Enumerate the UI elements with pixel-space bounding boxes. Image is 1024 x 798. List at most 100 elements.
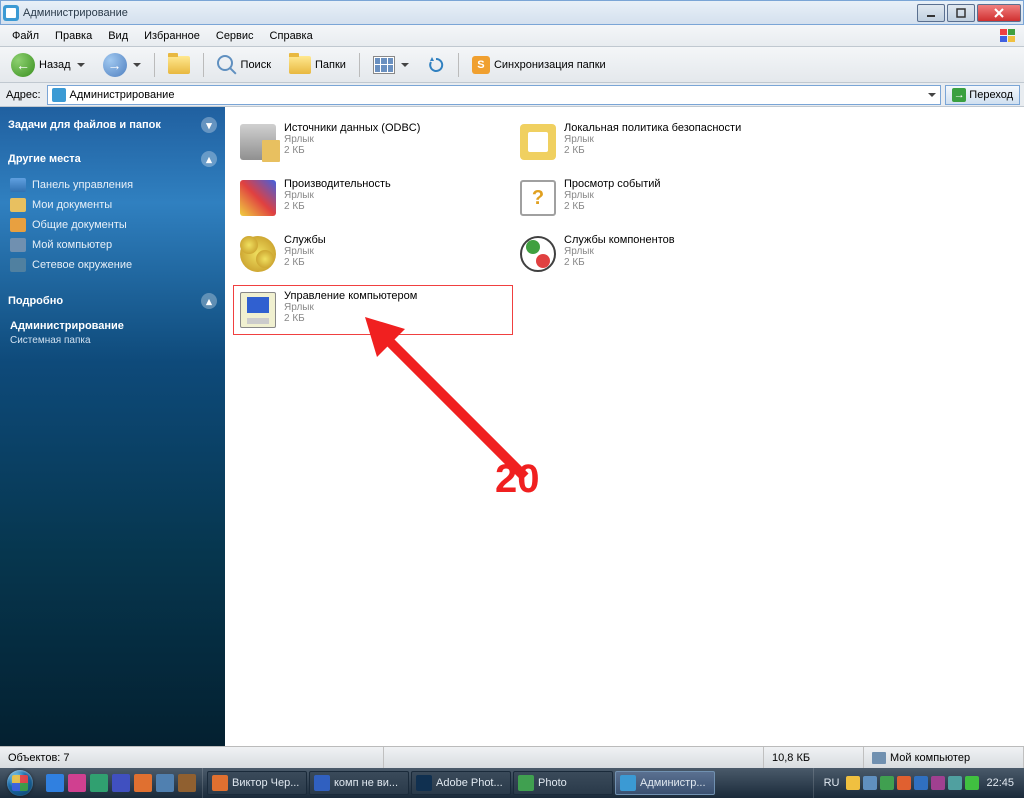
system-tray: RU 22:45 xyxy=(813,768,1024,798)
item-type: Ярлык xyxy=(564,190,661,201)
item-type: Ярлык xyxy=(284,302,417,313)
quick-launch xyxy=(40,768,203,798)
taskbar-task[interactable]: Виктор Чер... xyxy=(207,771,307,795)
minimize-button[interactable] xyxy=(917,4,945,22)
taskbar-tasks: Виктор Чер...комп не ви... Adobe Phot... P… xyxy=(203,768,813,798)
view-icon xyxy=(373,56,395,74)
go-label: Переход xyxy=(969,89,1013,101)
menu-tools[interactable]: Сервис xyxy=(208,28,262,44)
item-size: 2 КБ xyxy=(284,257,326,268)
sync-label: Синхронизация папки xyxy=(494,59,606,71)
tray-icon[interactable] xyxy=(846,776,860,790)
menu-favorites[interactable]: Избранное xyxy=(136,28,208,44)
tray-icon[interactable] xyxy=(948,776,962,790)
maximize-button[interactable] xyxy=(947,4,975,22)
task-label: Adobe Phot... xyxy=(436,777,503,789)
sidebar-link-control-panel[interactable]: Панель управления xyxy=(8,175,217,195)
refresh-icon xyxy=(427,56,445,74)
sync-button[interactable]: S Синхронизация папки xyxy=(465,51,613,79)
tray-icon[interactable] xyxy=(880,776,894,790)
separator xyxy=(154,53,155,77)
status-size: 10,8 КБ xyxy=(764,747,864,768)
details-title: Администрирование xyxy=(8,317,217,335)
control-panel-icon xyxy=(10,178,26,192)
sidebar-places-header[interactable]: Другие места ▴ xyxy=(6,147,219,171)
ql-app4-icon[interactable] xyxy=(134,774,152,792)
search-button[interactable]: Поиск xyxy=(210,51,278,79)
ql-app2-icon[interactable] xyxy=(90,774,108,792)
mgmt-icon xyxy=(238,290,278,330)
item-name: Управление компьютером xyxy=(284,290,417,302)
file-item[interactable]: Просмотр событий Ярлык 2 КБ xyxy=(513,173,793,223)
file-item[interactable]: Службы Ярлык 2 КБ xyxy=(233,229,513,279)
menu-help[interactable]: Справка xyxy=(262,28,321,44)
item-name: Источники данных (ODBC) xyxy=(284,122,420,134)
tray-battery-icon[interactable] xyxy=(965,776,979,790)
chevron-down-icon[interactable] xyxy=(928,93,936,101)
item-size: 2 КБ xyxy=(564,145,741,156)
item-size: 2 КБ xyxy=(284,145,420,156)
sidebar-tasks-header[interactable]: Задачи для файлов и папок ▾ xyxy=(6,113,219,137)
item-type: Ярлык xyxy=(284,134,420,145)
ql-app1-icon[interactable] xyxy=(68,774,86,792)
ql-app3-icon[interactable] xyxy=(112,774,130,792)
menu-edit[interactable]: Правка xyxy=(47,28,100,44)
folders-button[interactable]: Папки xyxy=(282,51,353,79)
content-area: Источники данных (ODBC) Ярлык 2 КБ Локал… xyxy=(225,107,1024,746)
item-size: 2 КБ xyxy=(284,313,417,324)
item-type: Ярлык xyxy=(284,246,326,257)
ql-app5-icon[interactable] xyxy=(156,774,174,792)
address-input[interactable]: Администрирование xyxy=(47,85,942,105)
taskbar-task[interactable]: Adobe Phot... xyxy=(411,771,511,795)
menu-file[interactable]: Файл xyxy=(4,28,47,44)
task-icon xyxy=(416,775,432,791)
language-indicator[interactable]: RU xyxy=(820,777,844,789)
sync-icon: S xyxy=(472,56,490,74)
status-objects: Объектов: 7 xyxy=(0,747,384,768)
tray-icon[interactable] xyxy=(931,776,945,790)
file-item[interactable]: Производительность Ярлык 2 КБ xyxy=(233,173,513,223)
forward-button[interactable]: → xyxy=(96,51,148,79)
address-value: Администрирование xyxy=(70,89,175,101)
sidebar-link-shared-documents[interactable]: Общие документы xyxy=(8,215,217,235)
ql-desktop-icon[interactable] xyxy=(46,774,64,792)
shared-docs-icon xyxy=(10,218,26,232)
item-size: 2 КБ xyxy=(564,201,661,212)
menubar: Файл Правка Вид Избранное Сервис Справка xyxy=(0,25,1024,47)
back-button[interactable]: ← Назад xyxy=(4,51,92,79)
annotation-number: 20 xyxy=(495,457,540,502)
sidebar-details-header[interactable]: Подробно ▴ xyxy=(6,289,219,313)
file-item[interactable]: Службы компонентов Ярлык 2 КБ xyxy=(513,229,793,279)
view-button[interactable] xyxy=(366,51,416,79)
sidebar-link-network[interactable]: Сетевое окружение xyxy=(8,255,217,275)
file-item[interactable]: Локальная политика безопасности Ярлык 2 … xyxy=(513,117,793,167)
sidebar-tasks-label: Задачи для файлов и папок xyxy=(8,119,161,131)
chevron-down-icon: ▾ xyxy=(201,117,217,133)
item-type: Ярлык xyxy=(564,134,741,145)
file-item[interactable]: Управление компьютером Ярлык 2 КБ xyxy=(233,285,513,335)
sidebar-link-my-documents[interactable]: Мои документы xyxy=(8,195,217,215)
menu-view[interactable]: Вид xyxy=(100,28,136,44)
item-name: Службы компонентов xyxy=(564,234,675,246)
taskbar-task[interactable]: комп не ви... xyxy=(309,771,409,795)
tray-icon[interactable] xyxy=(914,776,928,790)
taskbar-task[interactable]: Администр... xyxy=(615,771,715,795)
chevron-up-icon: ▴ xyxy=(201,293,217,309)
go-arrow-icon: → xyxy=(952,88,966,102)
taskbar-task[interactable]: Photo xyxy=(513,771,613,795)
up-button[interactable] xyxy=(161,51,197,79)
go-button[interactable]: → Переход xyxy=(945,85,1020,105)
sidebar-details-label: Подробно xyxy=(8,295,63,307)
tray-icon[interactable] xyxy=(863,776,877,790)
perf-icon xyxy=(238,178,278,218)
file-item[interactable]: Источники данных (ODBC) Ярлык 2 КБ xyxy=(233,117,513,167)
refresh-button[interactable] xyxy=(420,51,452,79)
close-button[interactable] xyxy=(977,4,1021,22)
app-icon xyxy=(3,5,19,21)
ql-app6-icon[interactable] xyxy=(178,774,196,792)
start-button[interactable] xyxy=(0,768,40,798)
clock[interactable]: 22:45 xyxy=(982,777,1018,789)
tray-icon[interactable] xyxy=(897,776,911,790)
separator xyxy=(203,53,204,77)
sidebar-link-my-computer[interactable]: Мой компьютер xyxy=(8,235,217,255)
